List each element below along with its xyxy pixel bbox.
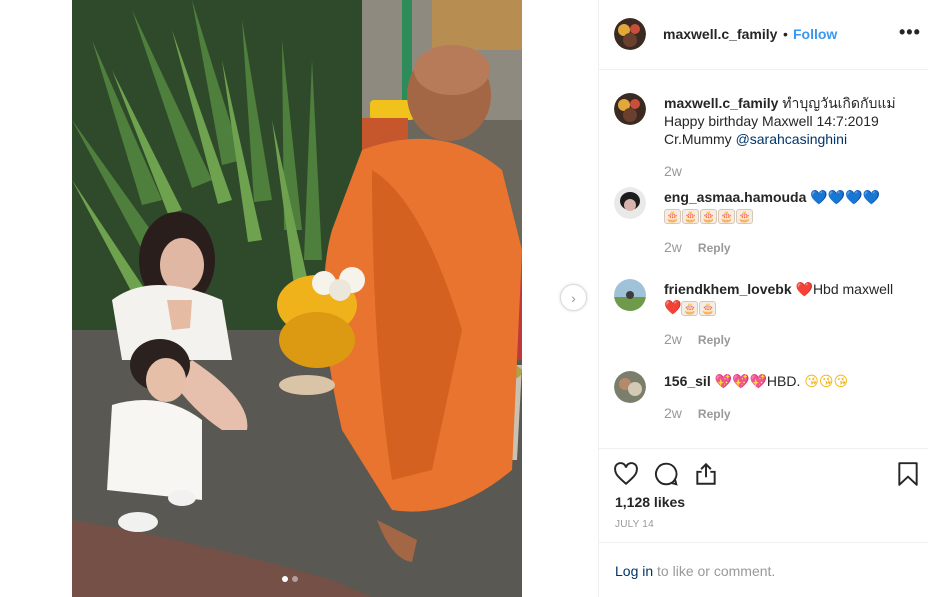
cake-emoji: 🎂 xyxy=(682,208,699,224)
kiss-face-emoji: 😘😘😘 xyxy=(804,373,849,389)
comment-bubble-icon[interactable] xyxy=(653,461,679,487)
more-options-icon[interactable]: ••• xyxy=(899,22,921,43)
comment-meta: 2w Reply xyxy=(664,239,731,255)
login-prompt: Log in to like or comment. xyxy=(615,563,775,579)
comment-glyph xyxy=(654,462,678,486)
chevron-right-icon: › xyxy=(571,289,576,306)
comment-username[interactable]: 156_sil xyxy=(664,373,711,389)
post-username[interactable]: maxwell.c_family xyxy=(663,26,777,42)
red-heart-emoji: ❤️ xyxy=(795,281,813,297)
comment-time[interactable]: 2w xyxy=(664,331,682,347)
comment-username[interactable]: eng_asmaa.hamouda xyxy=(664,189,806,205)
save-glyph xyxy=(898,462,918,486)
comment-text: eng_asmaa.hamouda 💙💙💙💙 🎂 🎂 🎂 🎂 🎂 xyxy=(664,188,919,224)
carousel-dot-active xyxy=(282,576,288,582)
share-upload-icon[interactable] xyxy=(693,461,719,487)
cake-emoji: 🎂 xyxy=(718,208,735,224)
comment-username[interactable]: friendkhem_lovebk xyxy=(664,281,792,297)
caption-line3-prefix: Cr.Mummy xyxy=(664,131,736,147)
post-header: maxwell.c_family • Follow ••• xyxy=(599,0,928,70)
follow-button[interactable]: Follow xyxy=(793,26,837,42)
red-heart-emoji: ❤️ xyxy=(664,299,682,315)
comment-time[interactable]: 2w xyxy=(664,239,682,255)
blue-hearts-emoji: 💙💙💙💙 xyxy=(810,189,881,205)
comment-body: HBD. xyxy=(766,373,801,389)
comment-text: friendkhem_lovebk ❤️Hbd maxwell ❤️ 🎂 🎂 xyxy=(664,280,919,316)
caption-time[interactable]: 2w xyxy=(664,163,682,179)
post-photo[interactable] xyxy=(72,0,522,597)
comment-meta: 2w Reply xyxy=(664,331,731,347)
share-glyph xyxy=(696,462,716,485)
post-date[interactable]: JULY 14 xyxy=(615,519,654,530)
comment-time[interactable]: 2w xyxy=(664,405,682,421)
comment-avatar[interactable] xyxy=(614,187,646,219)
caption-mention[interactable]: @sarahcasinghini xyxy=(736,131,848,147)
avatar-image xyxy=(614,187,646,219)
photo-illustration xyxy=(72,0,522,597)
cake-emoji: 🎂 xyxy=(736,208,753,224)
caption-text: maxwell.c_family ทำบุญวันเกิดกับแม่ Happ… xyxy=(664,94,919,148)
avatar[interactable] xyxy=(614,18,646,50)
separator-dot: • xyxy=(783,26,788,42)
caption-avatar[interactable] xyxy=(614,93,646,125)
carousel-dots xyxy=(282,576,298,582)
heart-outline-icon[interactable] xyxy=(613,461,639,487)
comment-avatar[interactable] xyxy=(614,279,646,311)
avatar-image xyxy=(614,279,646,311)
post-panel: maxwell.c_family • Follow ••• maxwell.c_… xyxy=(598,0,928,597)
caption-line2: Happy birthday Maxwell 14:7:2019 xyxy=(664,113,879,129)
comment-meta: 2w Reply xyxy=(664,405,731,421)
divider xyxy=(599,448,928,449)
cake-emoji: 🎂 xyxy=(664,208,681,224)
likes-count[interactable]: 1,128 likes xyxy=(615,494,685,510)
next-photo-button[interactable]: › xyxy=(560,284,587,311)
avatar-image xyxy=(614,18,646,50)
cake-emoji: 🎂 xyxy=(681,300,699,316)
cake-emoji: 🎂 xyxy=(700,208,717,224)
caption-meta: 2w xyxy=(664,163,682,179)
sparkling-hearts-emoji: 💖💖💖 xyxy=(714,373,767,389)
avatar-image xyxy=(614,371,646,403)
comment-body: Hbd maxwell xyxy=(812,281,894,297)
caption-username[interactable]: maxwell.c_family xyxy=(664,95,778,111)
reply-button[interactable]: Reply xyxy=(698,407,731,421)
comment-text: 156_sil 💖💖💖HBD. 😘😘😘 xyxy=(664,372,919,390)
divider xyxy=(599,542,928,543)
reply-button[interactable]: Reply xyxy=(698,241,731,255)
carousel-dot xyxy=(292,576,298,582)
caption-line1: ทำบุญวันเกิดกับแม่ xyxy=(782,95,896,111)
like-glyph xyxy=(614,462,638,486)
login-rest: to like or comment. xyxy=(653,563,776,579)
reply-button[interactable]: Reply xyxy=(698,333,731,347)
bookmark-icon[interactable] xyxy=(895,461,921,487)
cake-emoji: 🎂 xyxy=(699,300,717,316)
login-link[interactable]: Log in xyxy=(615,563,653,579)
avatar-image xyxy=(614,93,646,125)
comment-avatar[interactable] xyxy=(614,371,646,403)
